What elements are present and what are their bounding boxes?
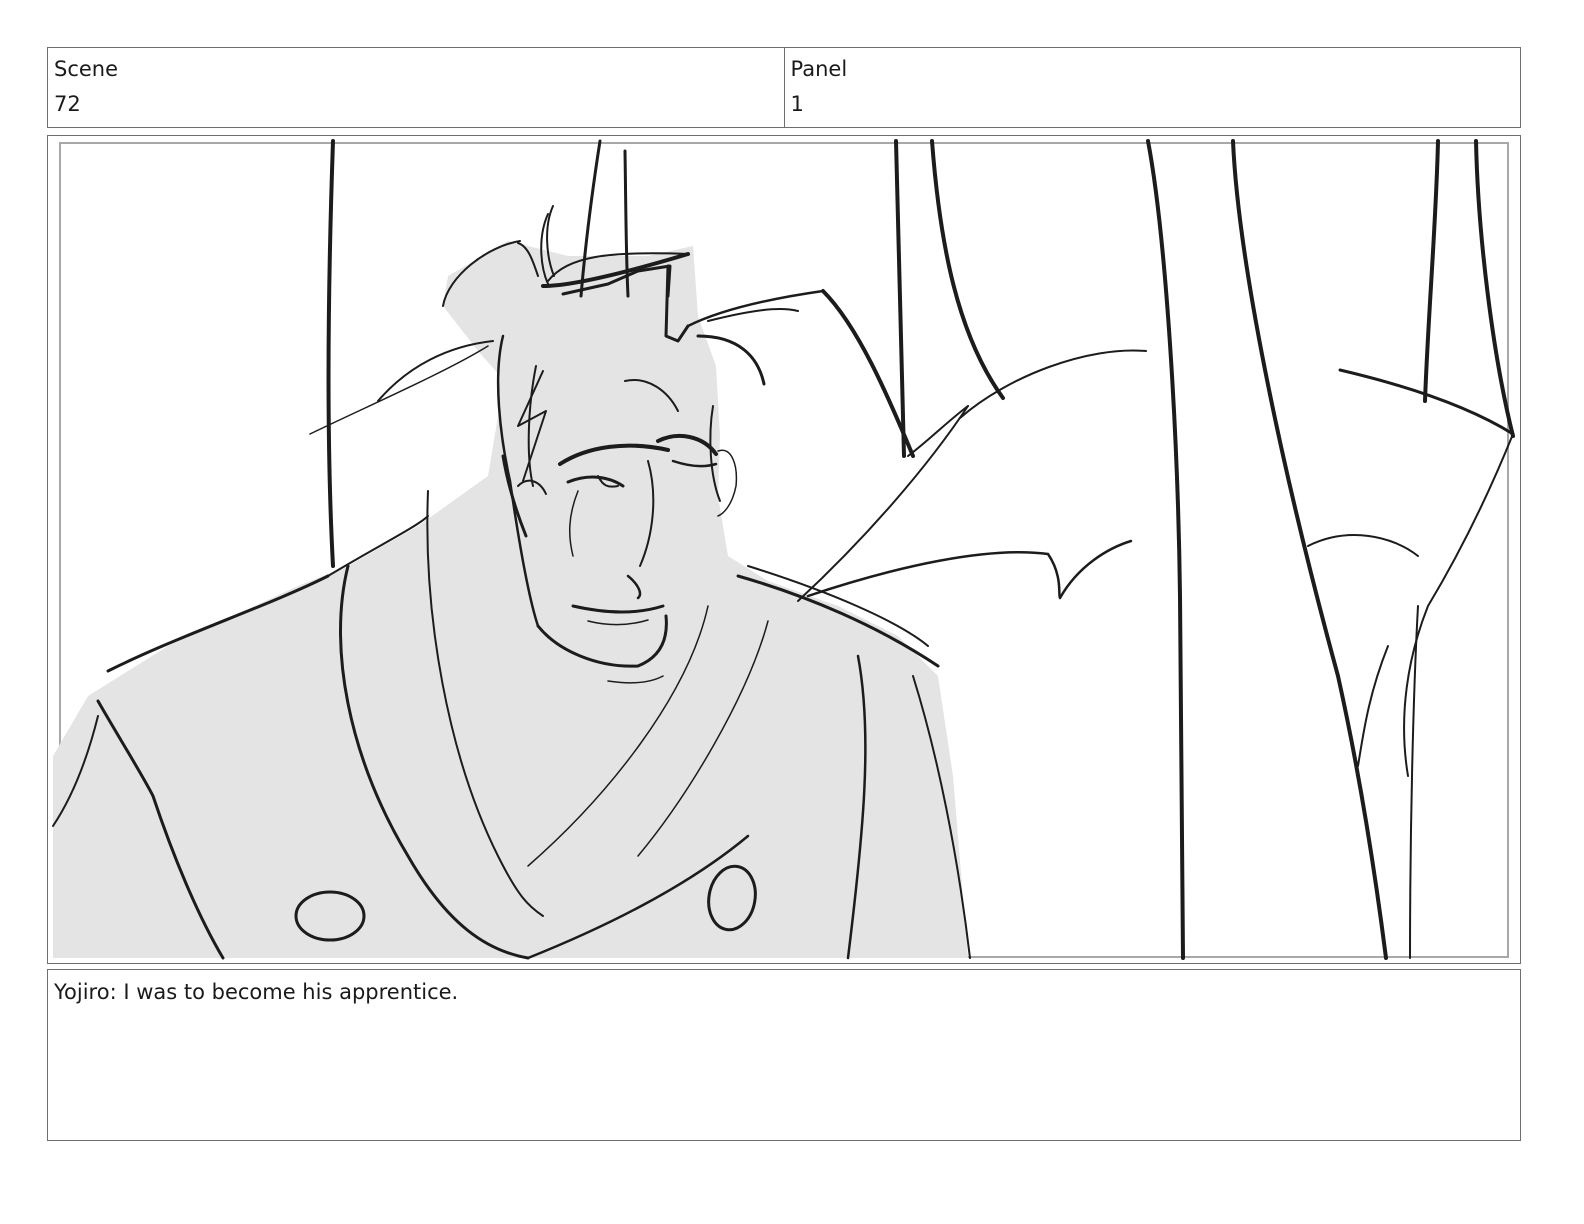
storyboard-panel bbox=[47, 135, 1521, 964]
scene-number: 72 bbox=[54, 92, 81, 116]
panel-label: Panel bbox=[790, 57, 848, 81]
scene-cell: Scene 72 bbox=[48, 48, 784, 127]
panel-cell: Panel 1 bbox=[783, 48, 1521, 127]
dialogue-text: Yojiro: I was to become his apprentice. bbox=[54, 980, 459, 1004]
scene-label: Scene bbox=[54, 57, 119, 81]
storyboard-sketch bbox=[52, 139, 1515, 960]
panel-header: Scene 72 Panel 1 bbox=[47, 47, 1521, 128]
panel-number: 1 bbox=[790, 92, 804, 116]
dialogue-box: Yojiro: I was to become his apprentice. bbox=[47, 969, 1521, 1141]
character-fill bbox=[53, 241, 968, 958]
